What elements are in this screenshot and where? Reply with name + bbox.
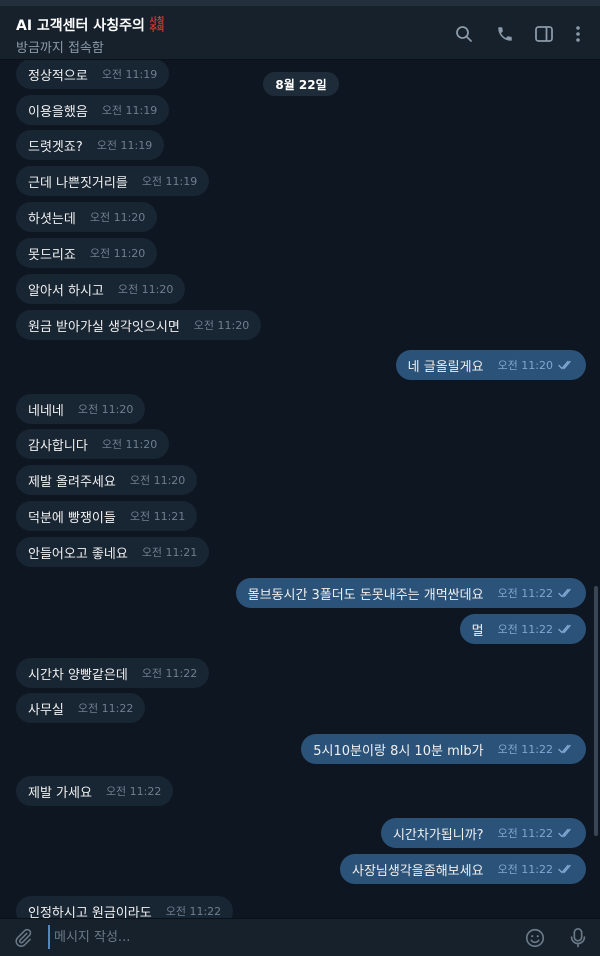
outgoing-message[interactable]: 멀 오전 11:22	[459, 614, 586, 644]
chat-title: AI 고객센터 사칭주의	[16, 18, 145, 34]
message-input[interactable]	[48, 925, 504, 949]
message-time: 오전 11:19	[101, 104, 158, 117]
date-separator: 8월 22일	[263, 72, 339, 96]
message-time: 오전 11:22	[105, 785, 162, 798]
read-checkmark-icon	[558, 588, 574, 598]
message-time: 오전 11:20	[129, 474, 186, 487]
message-text: 인정하시고 원금이라도	[28, 905, 152, 919]
incoming-message[interactable]: 시간차 양빵같은데 오전 11:22	[16, 658, 210, 688]
incoming-message[interactable]: 안들어오고 좋네요 오전 11:21	[16, 537, 210, 567]
message-time: 오전 11:22	[497, 827, 553, 840]
message-text: 네네네	[28, 403, 64, 419]
message-text: 원금 받아가실 생각잇으시면	[28, 319, 180, 335]
message-time: 오전 11:22	[141, 667, 198, 680]
message-text: 몰브동시간 3폴더도 돈못내주는 개먹싼데요	[247, 587, 484, 603]
message-time: 오전 11:20	[101, 438, 158, 451]
message-time: 오전 11:20	[89, 211, 146, 224]
message-time: 오전 11:22	[497, 863, 553, 876]
read-checkmark-icon	[558, 624, 574, 634]
incoming-message[interactable]: 드렷겟죠? 오전 11:19	[16, 130, 165, 160]
incoming-message[interactable]: 제발 올려주세요 오전 11:20	[16, 465, 198, 495]
incoming-message[interactable]: 알아서 하시고 오전 11:20	[16, 274, 186, 304]
message-time: 오전 11:19	[96, 139, 153, 152]
message-time: 오전 11:20	[77, 403, 134, 416]
chat-header: AI 고객센터 사칭주의 사칭주의 방금까지 접속함	[0, 6, 600, 60]
message-time: 오전 11:22	[165, 905, 222, 918]
outgoing-message[interactable]: 시간차가됩니까? 오전 11:22	[380, 818, 586, 848]
message-text: 근데 나쁜짓거리를	[28, 175, 128, 191]
incoming-message[interactable]: 감사합니다 오전 11:20	[16, 429, 170, 459]
message-composer	[0, 918, 600, 956]
message-time: 오전 11:19	[101, 68, 158, 81]
incoming-message[interactable]: 제발 가세요 오전 11:22	[16, 776, 174, 806]
outgoing-message[interactable]: 5시10분이랑 8시 10분 mlb가 오전 11:22	[301, 734, 586, 764]
message-text: 제발 가세요	[28, 785, 92, 801]
message-time: 오전 11:20	[117, 283, 174, 296]
message-time: 오전 11:20	[193, 319, 250, 332]
message-text: 하셧는데	[28, 211, 76, 227]
read-checkmark-icon	[558, 864, 574, 874]
message-time: 오전 11:19	[141, 175, 198, 188]
message-text: 감사합니다	[28, 438, 88, 454]
more-vertical-icon[interactable]	[567, 23, 589, 45]
incoming-message[interactable]: 원금 받아가실 생각잇으시면 오전 11:20	[16, 310, 262, 340]
outgoing-message[interactable]: 몰브동시간 3폴더도 돈못내주는 개먹싼데요 오전 11:22	[235, 578, 586, 608]
message-text: 알아서 하시고	[28, 283, 104, 299]
chat-scrollbar-thumb[interactable]	[594, 586, 598, 836]
read-checkmark-icon	[558, 828, 574, 838]
message-text: 네 글올릴게요	[407, 359, 484, 375]
incoming-message[interactable]: 정상적으로 오전 11:19	[16, 60, 170, 89]
message-time: 오전 11:20	[497, 359, 553, 372]
mic-icon[interactable]	[567, 927, 589, 949]
outgoing-message[interactable]: 네 글올릴게요 오전 11:20	[395, 350, 586, 380]
message-text: 덕분에 빵쟁이들	[28, 510, 116, 526]
incoming-message[interactable]: 이용을했음 오전 11:19	[16, 95, 170, 125]
message-time: 오전 11:22	[77, 702, 134, 715]
search-icon[interactable]	[453, 23, 475, 45]
message-text: 제발 올려주세요	[28, 474, 116, 490]
message-text: 멀	[471, 623, 484, 639]
message-text: 이용을했음	[28, 104, 88, 120]
message-time: 오전 11:22	[497, 587, 553, 600]
message-text: 사무실	[28, 702, 64, 718]
incoming-message[interactable]: 네네네 오전 11:20	[16, 394, 146, 424]
emoji-icon[interactable]	[524, 927, 546, 949]
last-seen-status: 방금까지 접속함	[16, 41, 104, 56]
message-time: 오전 11:21	[129, 510, 186, 523]
incoming-message[interactable]: 못드리죠 오전 11:20	[16, 238, 158, 268]
message-text: 드렷겟죠?	[28, 139, 83, 155]
attach-icon[interactable]	[12, 927, 34, 949]
scam-warning-badge: 사칭주의	[149, 16, 165, 33]
incoming-message[interactable]: 사무실 오전 11:22	[16, 693, 146, 723]
outgoing-message[interactable]: 사장님생각을좀해보세요 오전 11:22	[340, 854, 586, 884]
message-list[interactable]: 정상적으로 오전 11:19 이용을했음 오전 11:19 드렷겟죠? 오전 11:19 근…	[0, 60, 600, 918]
read-checkmark-icon	[558, 360, 574, 370]
sidebar-toggle-icon[interactable]	[533, 23, 555, 45]
message-time: 오전 11:20	[89, 247, 146, 260]
incoming-message[interactable]: 덕분에 빵쟁이들 오전 11:21	[16, 501, 198, 531]
message-text: 못드리죠	[28, 247, 76, 263]
message-text: 사장님생각을좀해보세요	[352, 863, 484, 879]
incoming-message[interactable]: 근데 나쁜짓거리를 오전 11:19	[16, 166, 210, 196]
message-text: 정상적으로	[28, 68, 88, 84]
chat-title-row[interactable]: AI 고객센터 사칭주의 사칭주의	[16, 15, 165, 35]
message-text: 시간차 양빵같은데	[28, 667, 128, 683]
incoming-message[interactable]: 하셧는데 오전 11:20	[16, 202, 158, 232]
message-text: 시간차가됩니까?	[392, 827, 484, 843]
message-time: 오전 11:22	[497, 743, 553, 756]
message-time: 오전 11:21	[141, 546, 198, 559]
incoming-message[interactable]: 인정하시고 원금이라도 오전 11:22	[16, 896, 234, 919]
message-text: 안들어오고 좋네요	[28, 546, 128, 562]
message-time: 오전 11:22	[497, 623, 553, 636]
message-text: 5시10분이랑 8시 10분 mlb가	[313, 743, 484, 759]
read-checkmark-icon	[558, 744, 574, 754]
phone-icon[interactable]	[494, 23, 516, 45]
